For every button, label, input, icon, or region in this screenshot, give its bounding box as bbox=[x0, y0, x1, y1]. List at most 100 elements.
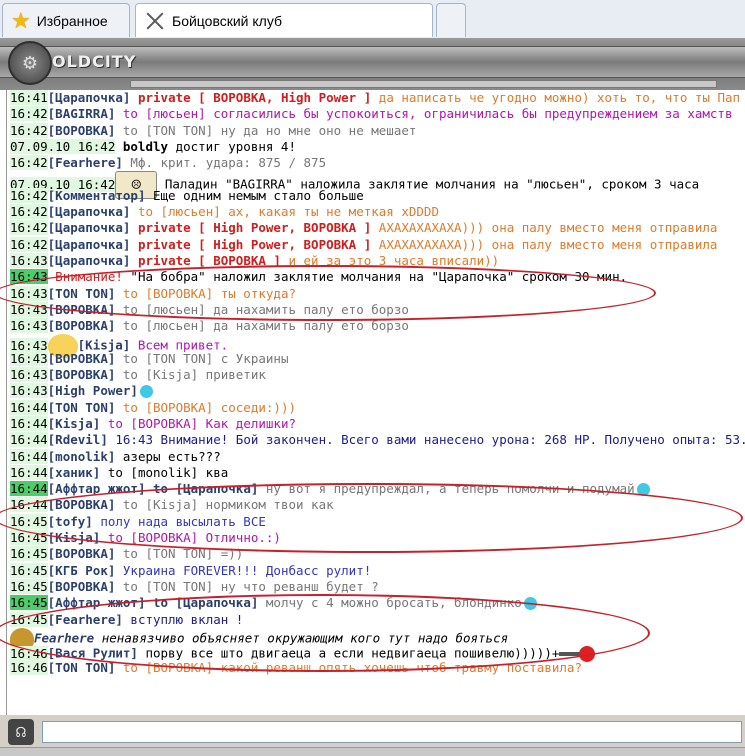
chat-text: "На бобра" наложил заклятие молчания на … bbox=[122, 269, 628, 285]
chat-message: 16:44[ВОРОВКА] to [Kisja] нормиком твои … bbox=[7, 497, 745, 513]
tab-favorites-label: Избранное bbox=[36, 12, 108, 29]
chat-nick[interactable]: [Царапочка] bbox=[48, 220, 131, 235]
chat-message: 16:41[Царапочка] private [ ВОРОВКА, High… bbox=[7, 90, 745, 106]
chat-nick[interactable]: to [Царапочка] bbox=[145, 595, 258, 610]
chat-text: to [TON TON] ну что реванш будет ? bbox=[115, 578, 379, 594]
chat-nick[interactable]: [Комментатор] bbox=[48, 188, 146, 203]
message-timestamp: 16:43 bbox=[10, 252, 48, 268]
chat-message: 16:44[Аффтар жжот] to [Царапочка] ну вот… bbox=[7, 481, 745, 497]
tab-favorites[interactable]: ★ Избранное bbox=[2, 3, 130, 37]
chat-text: достиг уровня 4! bbox=[168, 138, 296, 154]
chat-nick[interactable]: [TON TON] bbox=[48, 400, 116, 415]
chat-text: полу нада высылать ВСЕ bbox=[92, 513, 266, 529]
chat-text: boldly bbox=[115, 138, 169, 154]
message-timestamp: 16:45 bbox=[10, 578, 48, 594]
chat-nick[interactable]: [Аффтар жжот] bbox=[48, 481, 146, 496]
chat-nick[interactable]: [Царапочка] bbox=[48, 237, 131, 252]
chat-nick[interactable]: [Fearhere] bbox=[48, 612, 123, 627]
chat-message: 16:46[TON TON] to [ВОРОВКА] какой реванш… bbox=[7, 660, 745, 676]
chat-nick[interactable]: [monolik] bbox=[48, 449, 116, 464]
chat-nick[interactable]: [КГБ Рок] bbox=[48, 563, 116, 578]
chat-text: to [ВОРОВКА] ты откуда? bbox=[115, 285, 296, 301]
chat-text: to [ВОРОВКА] какой реванш опять хочешь ч… bbox=[115, 660, 582, 676]
chat-text: to [люсьен] согласились бы успокоиться, … bbox=[115, 106, 733, 122]
message-timestamp: 07.09.10 16:42 bbox=[10, 138, 116, 154]
chat-nick[interactable]: [tofy] bbox=[48, 514, 93, 529]
chat-message: 16:42[ВОРОВКА] to [TON TON] ну да но мне… bbox=[7, 122, 745, 139]
game-header: ⚙ OLDCITY bbox=[0, 38, 745, 90]
chat-nick[interactable]: to [Царапочка] bbox=[145, 481, 258, 496]
chat-text: ну вот я предупреждал, а теперь помолчи … bbox=[258, 481, 635, 497]
chat-text: to [monolik] ква bbox=[100, 464, 229, 480]
private-recipients: private [ ВОРОВКА ] bbox=[130, 252, 281, 268]
tab-fight-club[interactable]: Бойцовский клуб bbox=[135, 3, 433, 37]
chat-nick[interactable]: [ВОРОВКА] bbox=[48, 318, 116, 333]
chat-text: АХАХАХАХАХА))) она палу вместо меня отпр… bbox=[371, 236, 718, 252]
chat-message: 16:43[ВОРОВКА] to [люсьен] да нахамить п… bbox=[7, 318, 745, 334]
chat-nick[interactable]: [BAGIRRA] bbox=[48, 106, 116, 121]
chat-text: да написать че угодно можно) хоть то, чт… bbox=[371, 90, 741, 105]
new-tab-button[interactable] bbox=[436, 3, 466, 37]
chat-message: 16:45[Аффтар жжот] to [Царапочка] молчу … bbox=[7, 595, 745, 611]
chat-nick[interactable]: [Аффтар жжот] bbox=[48, 595, 146, 610]
chat-nick[interactable]: Fearhere bbox=[34, 630, 94, 645]
message-timestamp: 16:43 bbox=[10, 318, 48, 334]
chat-nick[interactable]: [ВОРОВКА] bbox=[48, 579, 116, 594]
chat-nick[interactable]: [ВОРОВКА] bbox=[48, 302, 116, 317]
game-frame: ⚙ OLDCITY 16:41[Царапочка] private [ ВОР… bbox=[0, 38, 745, 756]
chat-text: to [Kisja] нормиком твои как bbox=[115, 497, 334, 513]
chat-nick[interactable]: [ВОРОВКА] bbox=[48, 497, 116, 512]
chat-input[interactable] bbox=[42, 721, 742, 743]
chat-nick[interactable]: [TON TON] bbox=[48, 286, 116, 301]
chat-nick[interactable]: [Царапочка] bbox=[48, 204, 131, 219]
chat-nick[interactable]: [ВОРОВКА] bbox=[48, 546, 116, 561]
message-timestamp: 16:45 bbox=[10, 611, 48, 627]
message-timestamp: 16:44 bbox=[10, 432, 48, 448]
message-timestamp: 16:44 bbox=[10, 399, 48, 415]
message-timestamp: 16:43 bbox=[10, 350, 48, 366]
chat-nick[interactable]: [Rdevil] bbox=[48, 432, 108, 447]
chat-nick[interactable]: [Царапочка] bbox=[48, 253, 131, 268]
chat-nick[interactable]: [ханик] bbox=[48, 465, 101, 480]
chat-message: 16:45[Kisja] to [ВОРОВКА] Отлично.:) bbox=[7, 530, 745, 546]
chat-message: 16:45[КГБ Рок] Украина FOREVER!!! Донбас… bbox=[7, 562, 745, 579]
chat-text: to [люсьен] ах, какая ты не меткая xDDDD bbox=[130, 204, 439, 220]
chat-text: Мф. крит. удара: 875 / 875 bbox=[122, 155, 327, 171]
chat-message: 16:43 [Kisja] Всем привет. bbox=[7, 334, 745, 359]
chat-nick[interactable]: [Kisja] bbox=[48, 416, 101, 431]
message-timestamp: 16:41 bbox=[10, 90, 48, 105]
message-timestamp: 16:45 bbox=[10, 546, 48, 562]
message-timestamp: 16:43 bbox=[10, 301, 48, 317]
smiley-icon bbox=[636, 483, 650, 497]
chat-message: 16:43[High Power] bbox=[7, 383, 745, 399]
tab-bar: ★ Избранное Бойцовский клуб bbox=[0, 0, 745, 39]
chat-nick[interactable]: [High Power] bbox=[48, 383, 138, 398]
chat-nick[interactable]: [Царапочка] bbox=[48, 90, 131, 105]
chat-message: 16:43[ВОРОВКА] to [Kisja] приветик bbox=[7, 367, 745, 383]
message-timestamp: 16:46 bbox=[10, 645, 48, 661]
message-timestamp: 16:44 bbox=[10, 497, 48, 513]
chat-nick[interactable]: [Fearhere] bbox=[48, 155, 123, 170]
message-timestamp: 16:42 bbox=[10, 187, 48, 203]
horizontal-scrollbar[interactable] bbox=[130, 80, 717, 88]
chat-message: 16:42[Царапочка] private [ High Power, В… bbox=[7, 220, 745, 236]
private-recipients: private [ High Power, ВОРОВКА ] bbox=[130, 220, 372, 236]
chat-nick[interactable]: [ВОРОВКА] bbox=[48, 123, 116, 138]
message-timestamp: 16:43 bbox=[10, 367, 48, 383]
crossed-swords-icon bbox=[144, 10, 166, 32]
chat-text: Еще одним немым стало больше bbox=[145, 187, 364, 203]
chat-nick[interactable]: [TON TON] bbox=[48, 660, 116, 675]
chat-message: 16:44[monolik] азеры есть??? bbox=[7, 448, 745, 465]
chat-text: to [TON TON] =)) bbox=[115, 546, 244, 562]
chat-message: 16:44[Rdevil] 16:43 Внимание! Бой законч… bbox=[7, 432, 745, 448]
chat-message: 16:43[TON TON] to [ВОРОВКА] ты откуда? bbox=[7, 285, 745, 302]
chat-text: вступлю вклан ! bbox=[122, 611, 244, 627]
chat-nick[interactable]: [ВОРОВКА] bbox=[48, 367, 116, 382]
chat-nick[interactable]: [Kisja] bbox=[48, 530, 101, 545]
chat-text: Внимание! bbox=[47, 269, 123, 285]
chat-nick[interactable]: [ВОРОВКА] bbox=[48, 351, 116, 366]
message-timestamp: 16:44 bbox=[10, 448, 48, 464]
chat-nick[interactable]: [Вася Рулит] bbox=[48, 646, 138, 661]
chat-text: АХАХАХАХАХА))) она палу вместо меня отпр… bbox=[371, 220, 718, 236]
speaker-icon[interactable]: ☊ bbox=[8, 719, 34, 745]
